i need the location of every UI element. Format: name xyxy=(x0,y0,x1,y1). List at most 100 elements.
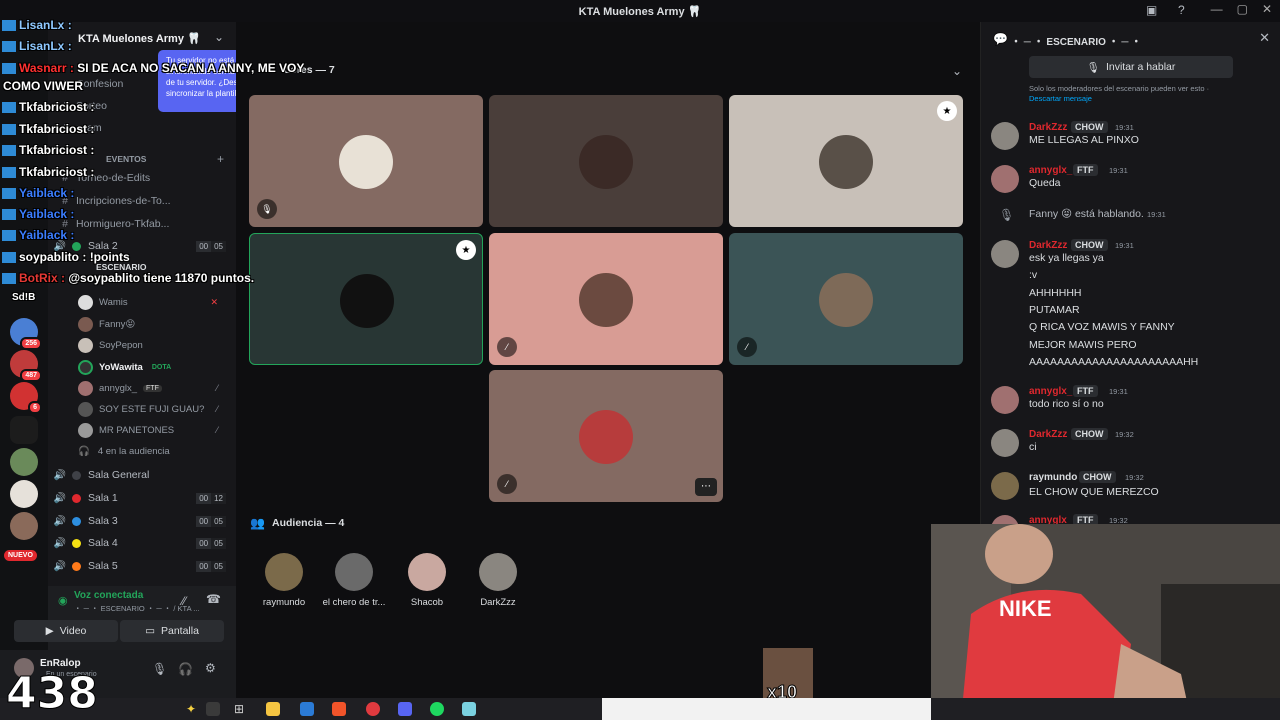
overlay-chat-line: Tkfabriciost : xyxy=(2,165,94,179)
server-icon[interactable] xyxy=(10,448,38,476)
audience-member[interactable]: raymundo xyxy=(248,553,320,608)
server-icon[interactable] xyxy=(10,480,38,508)
voice-channel[interactable]: 🔊 Sala 5 00 05 xyxy=(48,556,236,576)
gear-icon[interactable]: ⚙ xyxy=(205,661,216,675)
avatar xyxy=(579,135,633,189)
close-icon[interactable]: ✕ xyxy=(1259,30,1270,46)
mic-off-icon: ⁄ xyxy=(216,383,218,393)
meme-sticker: x10 xyxy=(763,648,813,703)
member-item[interactable]: annyglx_ FTF ⁄ xyxy=(78,378,228,398)
headphones-icon[interactable]: 🎧 xyxy=(178,662,193,676)
more-options-button[interactable]: ⋯ xyxy=(695,478,717,496)
speaker-tile[interactable]: ⁄ xyxy=(729,233,963,365)
server-icon[interactable]: 6 xyxy=(10,382,42,414)
webcam-feed: NIKE xyxy=(931,524,1280,720)
member-item[interactable]: SOY ESTE FUJI GUAU? ⁄ xyxy=(78,399,228,419)
dismiss-message-link[interactable]: Descartar mensaje xyxy=(1029,94,1092,103)
status-dot xyxy=(72,561,81,571)
app-icon[interactable] xyxy=(462,702,476,716)
mic-off-icon: ⁄ xyxy=(216,404,218,414)
noise-suppression-icon[interactable]: ⁄⁄ xyxy=(182,594,186,608)
avatar[interactable] xyxy=(991,472,1019,500)
maximize-icon[interactable]: ▢ xyxy=(1237,2,1248,16)
overlay-chat-line: Yaiblack : xyxy=(2,228,74,242)
user-count: 00 05 xyxy=(196,560,226,572)
speaker-tile[interactable]: ⁄ xyxy=(489,233,723,365)
user-count: 00 05 xyxy=(196,515,226,527)
member-item[interactable]: Wamis ✕ xyxy=(78,292,228,312)
stream-chat-overlay: LisanLx : LisanLx : Wasnarr : SI DE ACA … xyxy=(0,0,304,303)
screen-icon: ▭ xyxy=(145,625,155,637)
avatar[interactable] xyxy=(991,165,1019,193)
widgets-icon[interactable] xyxy=(206,702,220,716)
avatar xyxy=(78,316,93,332)
voice-channel[interactable]: 🔊 Sala 4 00 05 xyxy=(48,533,236,553)
member-item[interactable]: YoWawita DOTA xyxy=(78,357,228,377)
platform-icon xyxy=(2,63,16,75)
file-explorer-icon[interactable] xyxy=(266,702,280,716)
status-dot xyxy=(72,470,81,480)
avatar xyxy=(78,359,93,375)
platform-icon xyxy=(2,41,16,53)
voice-channel[interactable]: 🔊 Sala General xyxy=(48,465,236,485)
avatar[interactable] xyxy=(991,386,1019,414)
voice-channel-name[interactable]: ・ ─ ・ ESCENARIO ・ ─ ・ / KTA ... xyxy=(74,603,200,614)
chat-icon: 💬 xyxy=(993,32,1008,46)
speaker-icon: 🔊 xyxy=(53,560,66,572)
audience-member[interactable]: DarkZzz xyxy=(462,553,534,608)
server-icon[interactable]: 487 xyxy=(10,350,42,382)
audience-count[interactable]: 🎧 4 en la audiencia xyxy=(78,441,228,461)
speaker-tile[interactable]: ⁄ ⋯ xyxy=(489,370,723,502)
server-icon[interactable] xyxy=(10,416,38,444)
server-icon[interactable] xyxy=(10,512,38,540)
avatar xyxy=(819,273,873,327)
audience-member[interactable]: el chero de tr... xyxy=(318,553,390,608)
minimize-icon[interactable]: — xyxy=(1211,2,1223,16)
avatar[interactable] xyxy=(991,429,1019,457)
platform-icon xyxy=(2,252,16,264)
mic-off-icon: ⁄ xyxy=(497,474,517,494)
sparkle-icon[interactable]: ✦ xyxy=(186,702,200,716)
mic-off-icon: ⁄ xyxy=(497,337,517,357)
avatar[interactable] xyxy=(991,122,1019,150)
spotify-icon[interactable] xyxy=(430,702,444,716)
app-icon[interactable] xyxy=(366,702,380,716)
discord-icon[interactable] xyxy=(398,702,412,716)
moderator-icon: ★ xyxy=(456,240,476,260)
member-item[interactable]: SoyPepon xyxy=(78,335,228,355)
avatar xyxy=(819,135,873,189)
screen-share-button[interactable]: ▭ Pantalla xyxy=(120,620,224,642)
moderators-note: Solo los moderadores del escenario puede… xyxy=(1029,84,1210,93)
chevron-down-icon[interactable]: ⌄ xyxy=(952,64,962,78)
member-item[interactable]: Fanny😝 xyxy=(78,314,228,334)
avatar xyxy=(340,274,394,328)
server-icon[interactable]: 256 xyxy=(10,318,42,350)
voice-channel[interactable]: 🔊 Sala 3 00 05 xyxy=(48,511,236,531)
audience-member[interactable]: Shacob xyxy=(391,553,463,608)
avatar xyxy=(265,553,303,591)
speaker-tile[interactable]: ★ xyxy=(729,95,963,227)
disconnect-icon[interactable]: ☎ xyxy=(206,592,221,606)
moderator-icon: ★ xyxy=(937,101,957,121)
inbox-icon[interactable]: ▣ xyxy=(1146,3,1160,17)
help-icon[interactable]: ? xyxy=(1178,3,1192,17)
mic-off-icon: ⁄ xyxy=(216,425,218,435)
video-button[interactable]: ▶ Video xyxy=(14,620,118,642)
microphone-icon[interactable]: 🎙 xyxy=(152,662,167,676)
avatar[interactable] xyxy=(991,240,1019,268)
member-item[interactable]: MR PANETONES ⁄ xyxy=(78,420,228,440)
close-icon[interactable]: ✕ xyxy=(1262,2,1272,16)
svg-text:NIKE: NIKE xyxy=(999,596,1052,621)
avatar xyxy=(579,273,633,327)
speaker-tile[interactable] xyxy=(489,95,723,227)
microphone-icon: 🎙 xyxy=(1086,61,1100,74)
task-view-icon[interactable]: ⊞ xyxy=(234,702,248,716)
overlay-chat-line: COMO VIWER xyxy=(3,79,83,93)
invite-to-speak-button[interactable]: 🎙 Invitar a hablar xyxy=(1029,56,1233,78)
voice-channel[interactable]: 🔊 Sala 1 00 12 xyxy=(48,488,236,508)
brave-icon[interactable] xyxy=(332,702,346,716)
new-badge: NUEVO xyxy=(4,550,37,561)
app-icon[interactable] xyxy=(300,702,314,716)
mic-off-icon: ⁄ xyxy=(737,337,757,357)
status-dot xyxy=(72,538,81,548)
